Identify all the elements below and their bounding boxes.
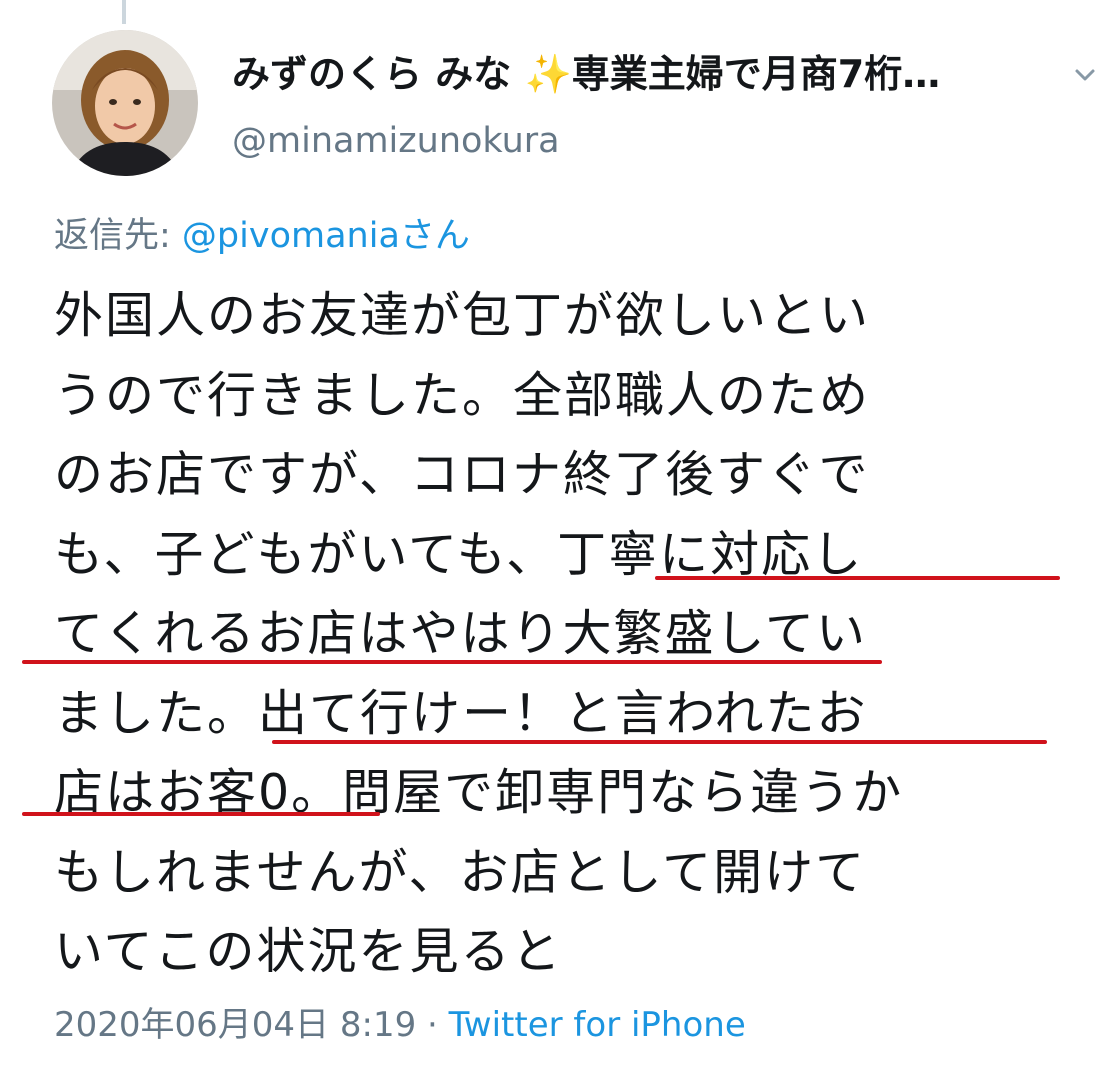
red-underline-mark [22,812,380,816]
display-name-text: みずのくら みな [232,52,512,96]
avatar[interactable] [52,30,198,176]
tweet-source-link[interactable]: Twitter for iPhone [449,1005,746,1045]
red-underline-mark [655,576,1060,580]
tweet-line: 店はお客0。問屋で卸専門なら違うか [54,764,904,821]
author-display-name[interactable]: みずのくら みな ✨専業主婦で月商7桁… [232,50,940,98]
tweet-text: 外国人のお友達が包丁が欲しいとい うので行きました。全部職人のため のお店ですが… [54,276,1104,992]
thread-connector-line [122,0,126,24]
tweet-line: もしれませんが、お店として開けて [54,843,867,901]
author-handle[interactable]: @minamizunokura [232,118,560,164]
display-name-suffix: 専業主婦で月商7桁… [571,52,941,96]
reply-mention-link[interactable]: @pivomaniaさん [182,216,470,256]
tweet-line: いてこの状況を見ると [54,923,563,980]
tweet-line: うので行きました。全部職人のため [54,366,871,424]
tweet-line: 外国人のお友達が包丁が欲しいとい [54,287,871,344]
reply-context: 返信先: @pivomaniaさん [54,212,470,260]
tweet-metadata: 2020年06月04日 8:19 · Twitter for iPhone [54,1002,746,1048]
red-underline-mark [272,740,1047,744]
tweet-line: のお店ですが、コロナ終了後すぐで [54,446,870,503]
tweet-timestamp[interactable]: 2020年06月04日 8:19 [54,1005,416,1045]
sparkles-emoji-icon: ✨ [524,52,572,96]
chevron-down-icon[interactable] [1068,58,1102,92]
reply-prefix: 返信先: [54,216,182,256]
tweet-line: も、子どもがいても、丁寧に対応し [54,525,864,583]
meta-separator: · [416,1005,449,1045]
red-underline-mark [22,660,882,664]
